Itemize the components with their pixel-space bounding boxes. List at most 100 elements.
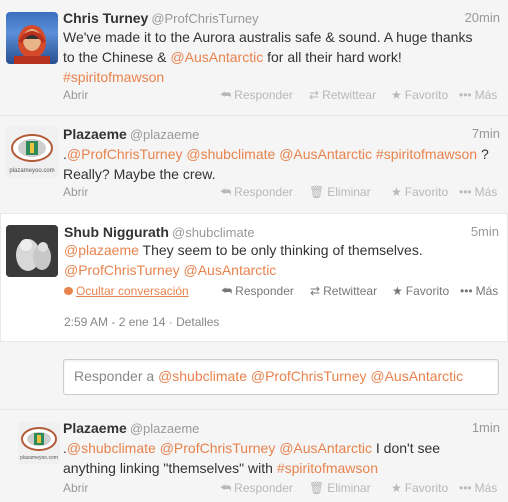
- tweet-text: .@ProfChrisTurney @shubclimate @AusAntar…: [63, 144, 499, 184]
- tweet-time[interactable]: 1min: [472, 420, 500, 435]
- mention-link[interactable]: @shubclimate: [67, 440, 156, 456]
- tweet-header: Chris Turney @ProfChrisTurney 20min: [63, 10, 500, 28]
- delete-button[interactable]: 🗑 Eliminar: [309, 185, 371, 199]
- action-label: Favorito: [404, 185, 449, 199]
- mention-link[interactable]: @shubclimate: [186, 146, 275, 162]
- mention-link[interactable]: @ProfChrisTurney: [160, 440, 276, 456]
- retweet-button[interactable]: ⇄ Retwittear: [310, 284, 377, 298]
- mention-link[interactable]: @plazaeme: [64, 242, 139, 258]
- reply-icon: ⮪: [220, 481, 232, 495]
- user-name[interactable]: Plazaeme: [63, 420, 127, 436]
- user-name[interactable]: Plazaeme: [63, 126, 127, 142]
- reply-icon: ⮪: [220, 88, 232, 102]
- avatar[interactable]: plazameyoo.com: [6, 126, 58, 178]
- tweet-text: @plazaeme They seem to be only thinking …: [64, 240, 500, 280]
- tweet-plazaeme[interactable]: plazameyoo.com Plazaeme @plazaeme 7min .@…: [0, 116, 508, 214]
- tweet-time[interactable]: 7min: [472, 126, 500, 141]
- more-icon: •••: [459, 481, 472, 495]
- reply-button[interactable]: ⮪ Responder: [221, 284, 294, 299]
- plazaeme-logo-icon: plazameyoo.com: [20, 427, 58, 461]
- favorite-button[interactable]: ★ Favorito: [391, 481, 448, 495]
- trash-icon: 🗑: [309, 185, 325, 199]
- mention-link[interactable]: @ProfChrisTurney: [64, 262, 180, 278]
- action-label: Responder: [235, 284, 294, 298]
- text-segment: anything linking "themselves" with: [63, 460, 277, 476]
- mention-link[interactable]: @AusAntarctic: [170, 49, 263, 65]
- action-label: Responder: [234, 88, 293, 102]
- tweet-chris-turney[interactable]: Chris Turney @ProfChrisTurney 20min We've…: [0, 0, 508, 116]
- text-segment: ?: [477, 146, 489, 162]
- more-button[interactable]: ••• Más: [459, 481, 497, 495]
- hashtag-link[interactable]: #spiritofmawson: [63, 69, 164, 85]
- more-icon: •••: [460, 284, 473, 298]
- mention-link[interactable]: @AusAntarctic: [279, 146, 372, 162]
- hashtag-link[interactable]: #spiritofmawson: [277, 460, 378, 476]
- reply-icon: ⮪: [220, 185, 232, 199]
- user-handle[interactable]: @plazaeme: [130, 127, 200, 142]
- reply-input[interactable]: Responder a @shubclimate @ProfChrisTurne…: [63, 359, 499, 395]
- text-segment: to the Chinese &: [63, 49, 171, 65]
- reply-button[interactable]: ⮪ Responder: [220, 88, 293, 103]
- star-icon: ★: [391, 185, 402, 199]
- reply-prefix: Responder a: [74, 368, 159, 384]
- user-handle[interactable]: @shubclimate: [172, 225, 255, 240]
- tweet-actions: Abrir ⮪ Responder 🗑 Eliminar ★ Favorito •••…: [63, 185, 500, 201]
- delete-button[interactable]: 🗑 Eliminar: [309, 481, 371, 495]
- expand-link[interactable]: Abrir: [63, 88, 88, 102]
- mention-link[interactable]: @AusAntarctic: [184, 262, 277, 278]
- expand-link[interactable]: Abrir: [63, 481, 88, 495]
- tweet-text: .@shubclimate @ProfChrisTurney @AusAntar…: [63, 438, 499, 478]
- action-label: Eliminar: [327, 185, 371, 199]
- tweet-shub-niggurath[interactable]: Shub Niggurath @shubclimate 5min @plazaem…: [0, 214, 508, 342]
- expand-link[interactable]: Abrir: [63, 185, 88, 199]
- favorite-button[interactable]: ★ Favorito: [392, 284, 449, 298]
- hide-conversation-link[interactable]: Ocultar conversación: [64, 284, 189, 298]
- tweet-header: Plazaeme @plazaeme 7min: [63, 126, 500, 144]
- star-icon: ★: [391, 481, 402, 495]
- action-label: Más: [474, 185, 498, 199]
- trash-icon: 🗑: [309, 481, 325, 495]
- text-segment: I don't see: [372, 440, 441, 456]
- avatar[interactable]: plazameyoo.com: [18, 422, 60, 464]
- star-icon: ★: [391, 88, 402, 102]
- retweet-button[interactable]: ⇄ Retwittear: [309, 88, 376, 102]
- more-button[interactable]: ••• Más: [459, 185, 497, 199]
- plazaeme-logo-icon: plazameyoo.com: [9, 134, 55, 174]
- tweet-time[interactable]: 5min: [471, 224, 499, 239]
- action-label: Más: [475, 284, 499, 298]
- reply-mentions: @shubclimate @ProfChrisTurney @AusAntarc…: [158, 368, 464, 384]
- tweet-actions: Ocultar conversación ⮪ Responder ⇄ Retwitt…: [64, 284, 499, 300]
- tweet-text: We've made it to the Aurora australis sa…: [63, 27, 499, 87]
- mention-link[interactable]: @ProfChrisTurney: [67, 146, 183, 162]
- tweet-meta[interactable]: 2:59 AM - 2 ene 14 · Detalles: [64, 315, 219, 329]
- reply-button[interactable]: ⮪ Responder: [220, 185, 293, 200]
- avatar[interactable]: [6, 12, 58, 64]
- favorite-button[interactable]: ★ Favorito: [391, 185, 448, 199]
- shub-avatar-icon: [6, 225, 58, 277]
- tweet-header: Plazaeme @plazaeme 1min: [63, 420, 500, 438]
- avatar[interactable]: [6, 225, 58, 277]
- user-name[interactable]: Shub Niggurath: [64, 224, 169, 240]
- user-handle[interactable]: @plazaeme: [130, 421, 200, 436]
- svg-text:plazameyoo.com: plazameyoo.com: [9, 168, 54, 174]
- user-name[interactable]: Chris Turney: [63, 10, 148, 26]
- hashtag-link[interactable]: #spiritofmawson: [376, 146, 477, 162]
- user-handle[interactable]: @ProfChrisTurney: [151, 11, 258, 26]
- more-button[interactable]: ••• Más: [459, 88, 497, 102]
- retweet-icon: ⇄: [310, 284, 321, 298]
- tweet-actions: Abrir ⮪ Responder ⇄ Retwittear ★ Favorito •…: [63, 88, 500, 104]
- tweet-plazaeme-reply[interactable]: plazameyoo.com Plazaeme @plazaeme 1min .@…: [0, 410, 508, 502]
- tweet-time[interactable]: 20min: [465, 10, 500, 25]
- action-label: Favorito: [404, 88, 449, 102]
- action-label: Responder: [234, 481, 293, 495]
- mention-link[interactable]: @AusAntarctic: [279, 440, 372, 456]
- action-label: Eliminar: [327, 481, 371, 495]
- tweet-actions: Abrir ⮪ Responder 🗑 Eliminar ★ Favorito •••…: [63, 481, 500, 497]
- reply-icon: ⮪: [221, 284, 233, 298]
- more-button[interactable]: ••• Más: [460, 284, 498, 298]
- speech-bubble-icon: [64, 287, 73, 295]
- reply-button[interactable]: ⮪ Responder: [220, 481, 293, 496]
- favorite-button[interactable]: ★ Favorito: [391, 88, 448, 102]
- action-label: Retwittear: [322, 88, 377, 102]
- text-segment: We've made it to the Aurora australis sa…: [63, 29, 473, 45]
